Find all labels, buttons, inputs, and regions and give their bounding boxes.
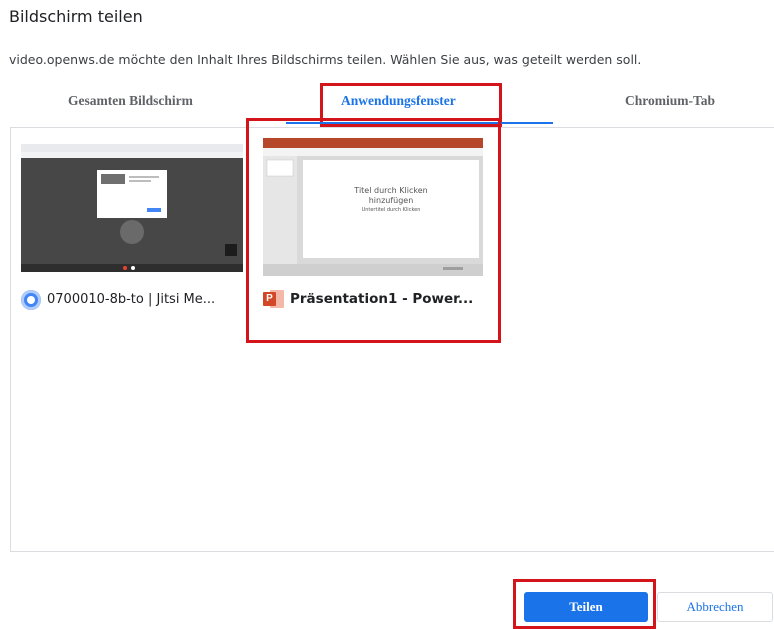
source-label-jitsi: 0700010-8b-to | Jitsi Me... [47, 292, 216, 307]
share-button-highlight-box [513, 579, 656, 629]
tab-entire-screen[interactable]: Gesamten Bildschirm [68, 93, 193, 109]
cancel-button[interactable]: Abbrechen [657, 592, 773, 622]
dialog-title: Bildschirm teilen [9, 7, 143, 26]
selected-source-highlight-box [246, 118, 501, 343]
dialog-description: video.openws.de möchte den Inhalt Ihres … [9, 52, 642, 67]
tab-chromium-tab[interactable]: Chromium-Tab [625, 93, 715, 109]
jitsi-preview-graphic [21, 144, 243, 272]
jitsi-window-thumbnail [21, 144, 243, 272]
chrome-icon [21, 290, 41, 310]
